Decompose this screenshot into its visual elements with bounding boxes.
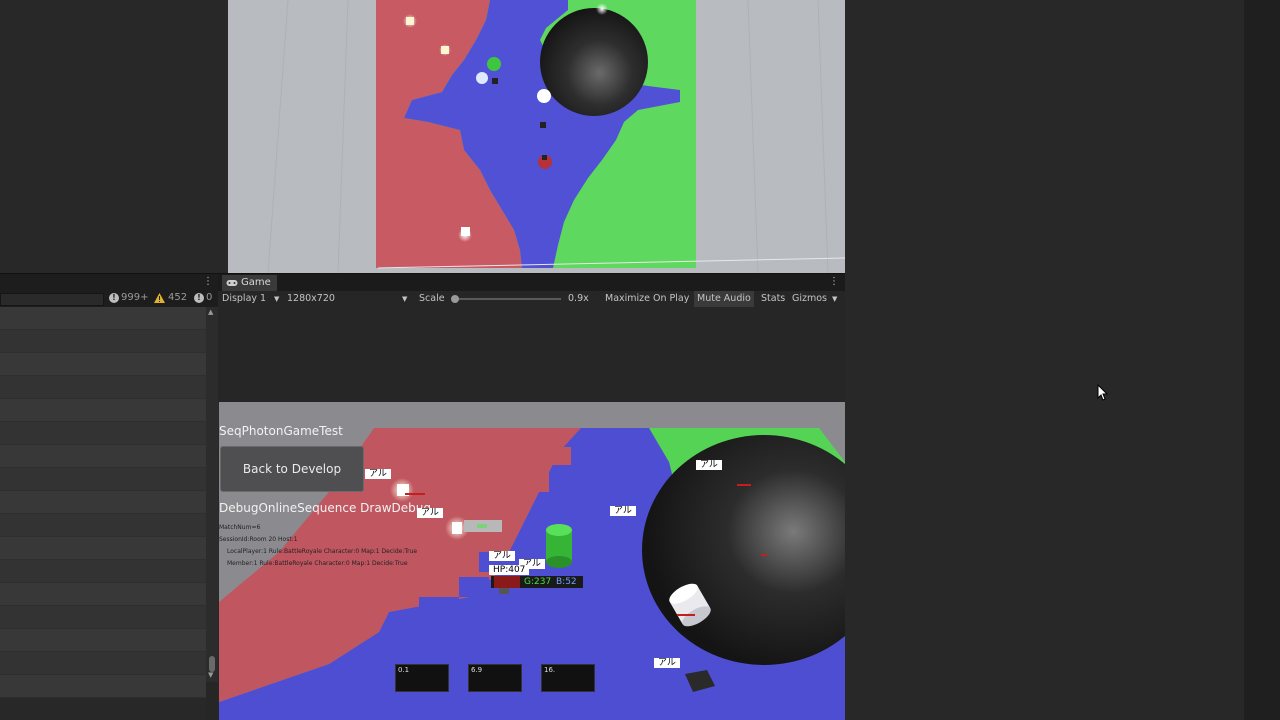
console-toolbar: ! 999+ 452 ! 0 [0, 291, 218, 307]
gizmos-chevron-icon[interactable]: ▼ [832, 291, 837, 307]
stats-toggle[interactable]: Stats [761, 291, 785, 307]
console-log-row[interactable] [0, 606, 206, 629]
console-log-row[interactable] [0, 652, 206, 675]
scale-value: 0.9x [568, 293, 589, 304]
resolution-dropdown[interactable]: 1280x720 [287, 291, 335, 307]
console-log-row[interactable] [0, 514, 206, 537]
rgb-green-value: G:237 [524, 577, 552, 587]
debug-line: MatchNum=6 [219, 524, 261, 531]
console-search-input[interactable] [0, 293, 104, 306]
scale-slider-track[interactable] [455, 298, 561, 300]
hud-slot: 6.9 [468, 664, 522, 692]
player-name-tag: アル [365, 469, 391, 479]
console-log-row[interactable] [0, 399, 206, 422]
console-log-row[interactable] [0, 675, 206, 698]
console-log-row[interactable] [0, 560, 206, 583]
console-log-row[interactable] [0, 468, 206, 491]
tab-game[interactable]: Game [222, 275, 277, 291]
game-view[interactable]: SeqPhotonGameTest Back to Develop DebugO… [219, 402, 845, 720]
console-log-row[interactable] [0, 376, 206, 399]
gamepad-icon [226, 280, 238, 286]
debug-line: SessionId:Room 20 Host:1 [219, 536, 298, 543]
console-log-row[interactable] [0, 491, 206, 514]
error-count[interactable]: 999+ [121, 292, 148, 303]
mouse-cursor-icon [1097, 384, 1109, 401]
scroll-up-icon[interactable]: ▲ [208, 308, 213, 316]
hud-slot-value: 0.1 [398, 666, 410, 674]
scale-label: Scale [419, 293, 445, 304]
game-letterbox [218, 307, 845, 402]
scene-render [228, 0, 845, 273]
player-name-tag: アル [610, 506, 636, 516]
hud-slot-value: 16. [544, 666, 556, 674]
console-log-list [0, 307, 206, 720]
console-scroll-thumb[interactable] [209, 656, 215, 672]
tab-game-label: Game [241, 277, 271, 288]
scene-view[interactable] [228, 0, 845, 273]
game-title-label: SeqPhotonGameTest [219, 424, 343, 438]
console-scrollbar[interactable]: ▲ ▼ [206, 307, 218, 682]
debug-line: LocalPlayer:1 Rule:BattleRoyale Characte… [227, 548, 418, 555]
hud-slot-value: 6.9 [471, 666, 483, 674]
player-name-tag: アル [489, 551, 515, 561]
info-icon: ! [194, 293, 204, 303]
console-log-row[interactable] [0, 629, 206, 652]
console-log-row[interactable] [0, 330, 206, 353]
debug-line: Member:1 Rule:BattleRoyale Character:0 M… [227, 560, 408, 567]
game-panel-header: ⋮ [218, 273, 845, 292]
scroll-down-icon[interactable]: ▼ [208, 671, 213, 679]
console-log-row[interactable] [0, 307, 206, 330]
hud-slot: 0.1 [395, 664, 449, 692]
mute-audio-toggle[interactable]: Mute Audio [694, 291, 754, 307]
console-log-row[interactable] [0, 353, 206, 376]
display-chevron-icon[interactable]: ▼ [274, 291, 279, 307]
hierarchy-panel [0, 0, 228, 273]
console-log-row[interactable] [0, 583, 206, 606]
rgb-blue-value: B:52 [556, 577, 577, 587]
warning-icon [154, 293, 165, 303]
console-log-row[interactable] [0, 422, 206, 445]
console-scrollbar-footer [206, 682, 218, 720]
player-name-tag: アル [696, 460, 722, 470]
info-count[interactable]: 0 [206, 292, 212, 303]
maximize-on-play-toggle[interactable]: Maximize On Play [605, 291, 689, 307]
warning-count[interactable]: 452 [168, 292, 187, 303]
resolution-chevron-icon[interactable]: ▼ [402, 291, 407, 307]
console-header: ⋮ [0, 273, 218, 292]
gizmos-dropdown[interactable]: Gizmos [792, 291, 827, 307]
hud-slot: 16. [541, 664, 595, 692]
game-toolbar: Display 1 ▼ 1280x720 ▼ Scale 0.9x Maximi… [218, 291, 845, 307]
scale-slider-thumb[interactable] [451, 295, 459, 303]
player-name-tag: アル [654, 658, 680, 668]
display-dropdown[interactable]: Display 1 [222, 291, 266, 307]
debug-title-label: DebugOnlineSequence DrawDebug [219, 501, 431, 515]
console-menu-icon[interactable]: ⋮ [203, 276, 213, 287]
console-log-row[interactable] [0, 537, 206, 560]
empty-editor-area [845, 0, 1244, 720]
hp-label: HP:407 [489, 565, 530, 575]
back-to-develop-button[interactable]: Back to Develop [220, 446, 364, 492]
rgb-red-swatch [494, 576, 520, 588]
console-log-row[interactable] [0, 445, 206, 468]
game-menu-icon[interactable]: ⋮ [829, 276, 839, 287]
error-icon: ! [109, 293, 119, 303]
editor-edge-strip [1244, 0, 1280, 720]
rgb-readout: G:237 B:52 [491, 576, 583, 588]
player-name-tag: アル [417, 508, 443, 518]
